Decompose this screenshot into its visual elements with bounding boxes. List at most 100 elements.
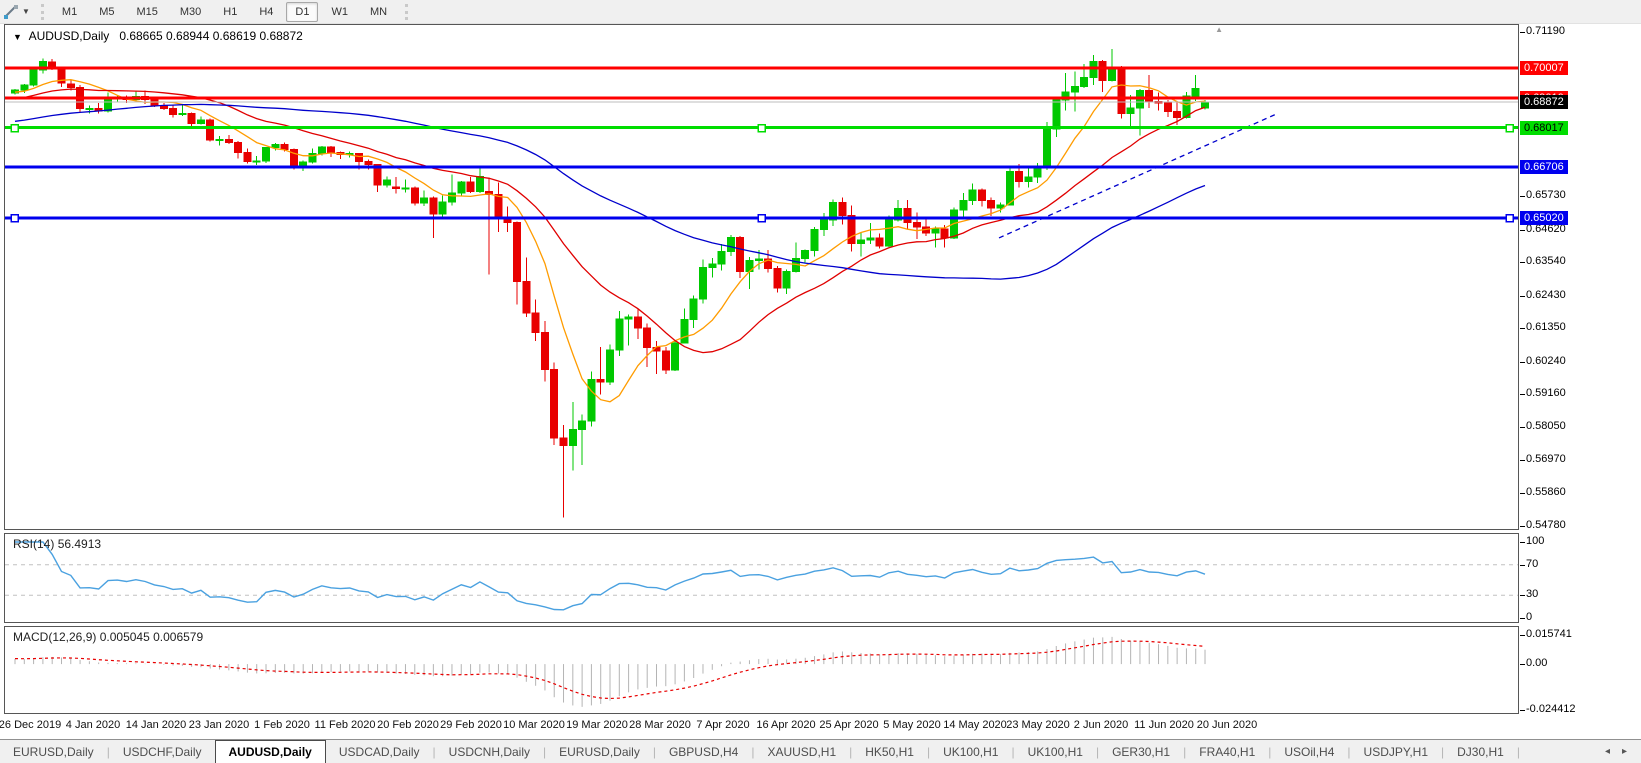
top-toolbar: ▼ M1 M5 M15 M30 H1 H4 D1 W1 MN: [0, 0, 1641, 24]
price-axis-tick: 0.55860: [1526, 486, 1566, 498]
rsi-panel[interactable]: RSI(14) 56.4913: [4, 533, 1519, 623]
rsi-axis-tick: 30: [1526, 588, 1539, 600]
price-axis-tickmark: [1520, 526, 1525, 527]
macd-canvas[interactable]: [5, 627, 1518, 713]
chart-tab-usdcad-daily[interactable]: USDCAD,Daily: [326, 740, 433, 763]
price-axis-tick: 0.58050: [1526, 420, 1566, 432]
chart-tab-usdjpy-h1[interactable]: USDJPY,H1: [1351, 740, 1441, 763]
price-axis-tickmark: [1520, 427, 1525, 428]
chart-tab-gbpusd-h4[interactable]: GBPUSD,H4: [656, 740, 751, 763]
date-axis-label: 28 Mar 2020: [629, 719, 691, 731]
timeframe-button-h1[interactable]: H1: [214, 2, 246, 22]
chart-tab-usoil-h4[interactable]: USOil,H4: [1271, 740, 1347, 763]
macd-axis-tick: -0.024412: [1526, 703, 1576, 715]
macd-axis-tickmark: [1520, 635, 1525, 636]
main-chart-panel[interactable]: ▼ AUDUSD,Daily 0.68665 0.68944 0.68619 0…: [4, 24, 1519, 530]
date-axis-label: 20 Jun 2020: [1196, 719, 1258, 731]
toolbar-dropdown-icon[interactable]: ▼: [22, 7, 30, 16]
price-axis-tick: 0.61350: [1526, 321, 1566, 333]
macd-axis-tickmark: [1520, 710, 1525, 711]
date-axis-label: 19 Mar 2020: [566, 719, 628, 731]
price-axis-tickmark: [1520, 493, 1525, 494]
rsi-canvas[interactable]: [5, 534, 1518, 622]
timeframe-button-m30[interactable]: M30: [171, 2, 210, 22]
chart-tab-fra40-h1[interactable]: FRA40,H1: [1186, 740, 1268, 763]
price-axis-tickmark: [1520, 394, 1525, 395]
price-line-label: 0.65020: [1520, 211, 1568, 225]
date-axis-label: 1 Feb 2020: [254, 719, 310, 731]
tabs-scroll-right-icon[interactable]: ▸: [1622, 746, 1627, 757]
chart-tab-bar: EURUSD,Daily | USDCHF,Daily AUDUSD,Daily USD…: [0, 739, 1641, 763]
date-axis-label: 25 Apr 2020: [819, 719, 879, 731]
chart-tab-audusd-daily[interactable]: AUDUSD,Daily: [214, 740, 326, 763]
toolbar-grip-2[interactable]: [405, 3, 409, 20]
chart-symbol-label: AUDUSD,Daily: [28, 29, 110, 43]
rsi-axis-tickmark: [1520, 618, 1525, 619]
chart-tab-dj30-h1[interactable]: DJ30,H1: [1444, 740, 1517, 763]
chart-shift-marker-icon[interactable]: ▲: [1215, 25, 1223, 34]
date-axis-label: 26 Dec 2019: [0, 719, 62, 731]
date-axis-label: 20 Feb 2020: [377, 719, 439, 731]
date-axis-label: 16 Apr 2020: [756, 719, 816, 731]
date-axis-label: 2 Jun 2020: [1073, 719, 1129, 731]
macd-values: 0.005045 0.006579: [99, 630, 204, 644]
date-axis-label: 7 Apr 2020: [696, 719, 750, 731]
chart-tab-usdchf-daily[interactable]: USDCHF,Daily: [110, 740, 215, 763]
toolbar-grip[interactable]: [40, 3, 44, 20]
price-axis-tickmark: [1520, 230, 1525, 231]
chart-tab-usdcnh-daily[interactable]: USDCNH,Daily: [436, 740, 543, 763]
rsi-label: RSI(14) 56.4913: [13, 537, 102, 551]
price-axis-tick: 0.60240: [1526, 355, 1566, 367]
timeframe-button-m15[interactable]: M15: [127, 2, 166, 22]
rsi-axis-tickmark: [1520, 542, 1525, 543]
chart-tab-xauusd-h1[interactable]: XAUUSD,H1: [754, 740, 849, 763]
rsi-axis-tick: 100: [1526, 535, 1545, 547]
price-axis-tickmark: [1520, 32, 1525, 33]
price-axis-tickmark: [1520, 328, 1525, 329]
price-axis-tick: 0.65730: [1526, 189, 1566, 201]
chart-tab-eurusd-daily[interactable]: EURUSD,Daily: [0, 740, 107, 763]
date-axis-label: 11 Jun 2020: [1134, 719, 1194, 731]
symbol-collapse-icon[interactable]: ▼: [13, 32, 22, 42]
price-line-label: 0.68017: [1520, 121, 1568, 135]
rsi-value: 56.4913: [57, 537, 102, 551]
macd-axis-tick: 0.015741: [1526, 628, 1572, 640]
date-axis-label: 14 May 2020: [943, 719, 1007, 731]
price-axis-tick: 0.63540: [1526, 255, 1566, 267]
date-axis-label: 4 Jan 2020: [65, 719, 121, 731]
rsi-axis-tick: 70: [1526, 558, 1539, 570]
main-chart-canvas[interactable]: [5, 25, 1518, 529]
macd-label: MACD(12,26,9) 0.005045 0.006579: [13, 630, 204, 644]
date-axis-label: 14 Jan 2020: [125, 719, 187, 731]
timeframe-button-mn[interactable]: MN: [361, 2, 396, 22]
date-axis-label: 29 Feb 2020: [440, 719, 502, 731]
price-line-label: 0.70007: [1520, 61, 1568, 75]
date-axis-label: 10 Mar 2020: [503, 719, 565, 731]
timeframe-button-m1[interactable]: M1: [53, 2, 86, 22]
timeframe-button-h4[interactable]: H4: [250, 2, 282, 22]
timeframe-button-w1[interactable]: W1: [322, 2, 357, 22]
macd-axis-tickmark: [1520, 664, 1525, 665]
price-axis-tick: 0.62430: [1526, 289, 1566, 301]
macd-axis-tick: 0.00: [1526, 657, 1548, 669]
timeframe-button-m5[interactable]: M5: [90, 2, 123, 22]
date-axis-label: 5 May 2020: [883, 719, 941, 731]
chart-tab-hk50-h1[interactable]: HK50,H1: [852, 740, 927, 763]
timeframe-button-d1[interactable]: D1: [286, 1, 319, 22]
rsi-axis-tickmark: [1520, 595, 1525, 596]
price-axis-tickmark: [1520, 196, 1525, 197]
line-studies-icon[interactable]: [2, 4, 20, 20]
date-axis-label: 11 Feb 2020: [314, 719, 376, 731]
price-line-label: 0.66706: [1520, 160, 1568, 174]
macd-panel[interactable]: MACD(12,26,9) 0.005045 0.006579: [4, 626, 1519, 714]
tabs-scroll-left-icon[interactable]: ◂: [1605, 746, 1610, 757]
price-axis-tickmark: [1520, 296, 1525, 297]
rsi-axis-tick: 0: [1526, 611, 1533, 623]
chart-tab-uk100-h1[interactable]: UK100,H1: [1015, 740, 1096, 763]
date-axis-label: 23 Jan 2020: [188, 719, 250, 731]
chart-tab-eurusd-daily[interactable]: EURUSD,Daily: [546, 740, 653, 763]
chart-tab-uk100-h1[interactable]: UK100,H1: [930, 740, 1011, 763]
chart-tab-ger30-h1[interactable]: GER30,H1: [1099, 740, 1183, 763]
rsi-axis-tickmark: [1520, 565, 1525, 566]
date-axis-label: 23 May 2020: [1006, 719, 1070, 731]
